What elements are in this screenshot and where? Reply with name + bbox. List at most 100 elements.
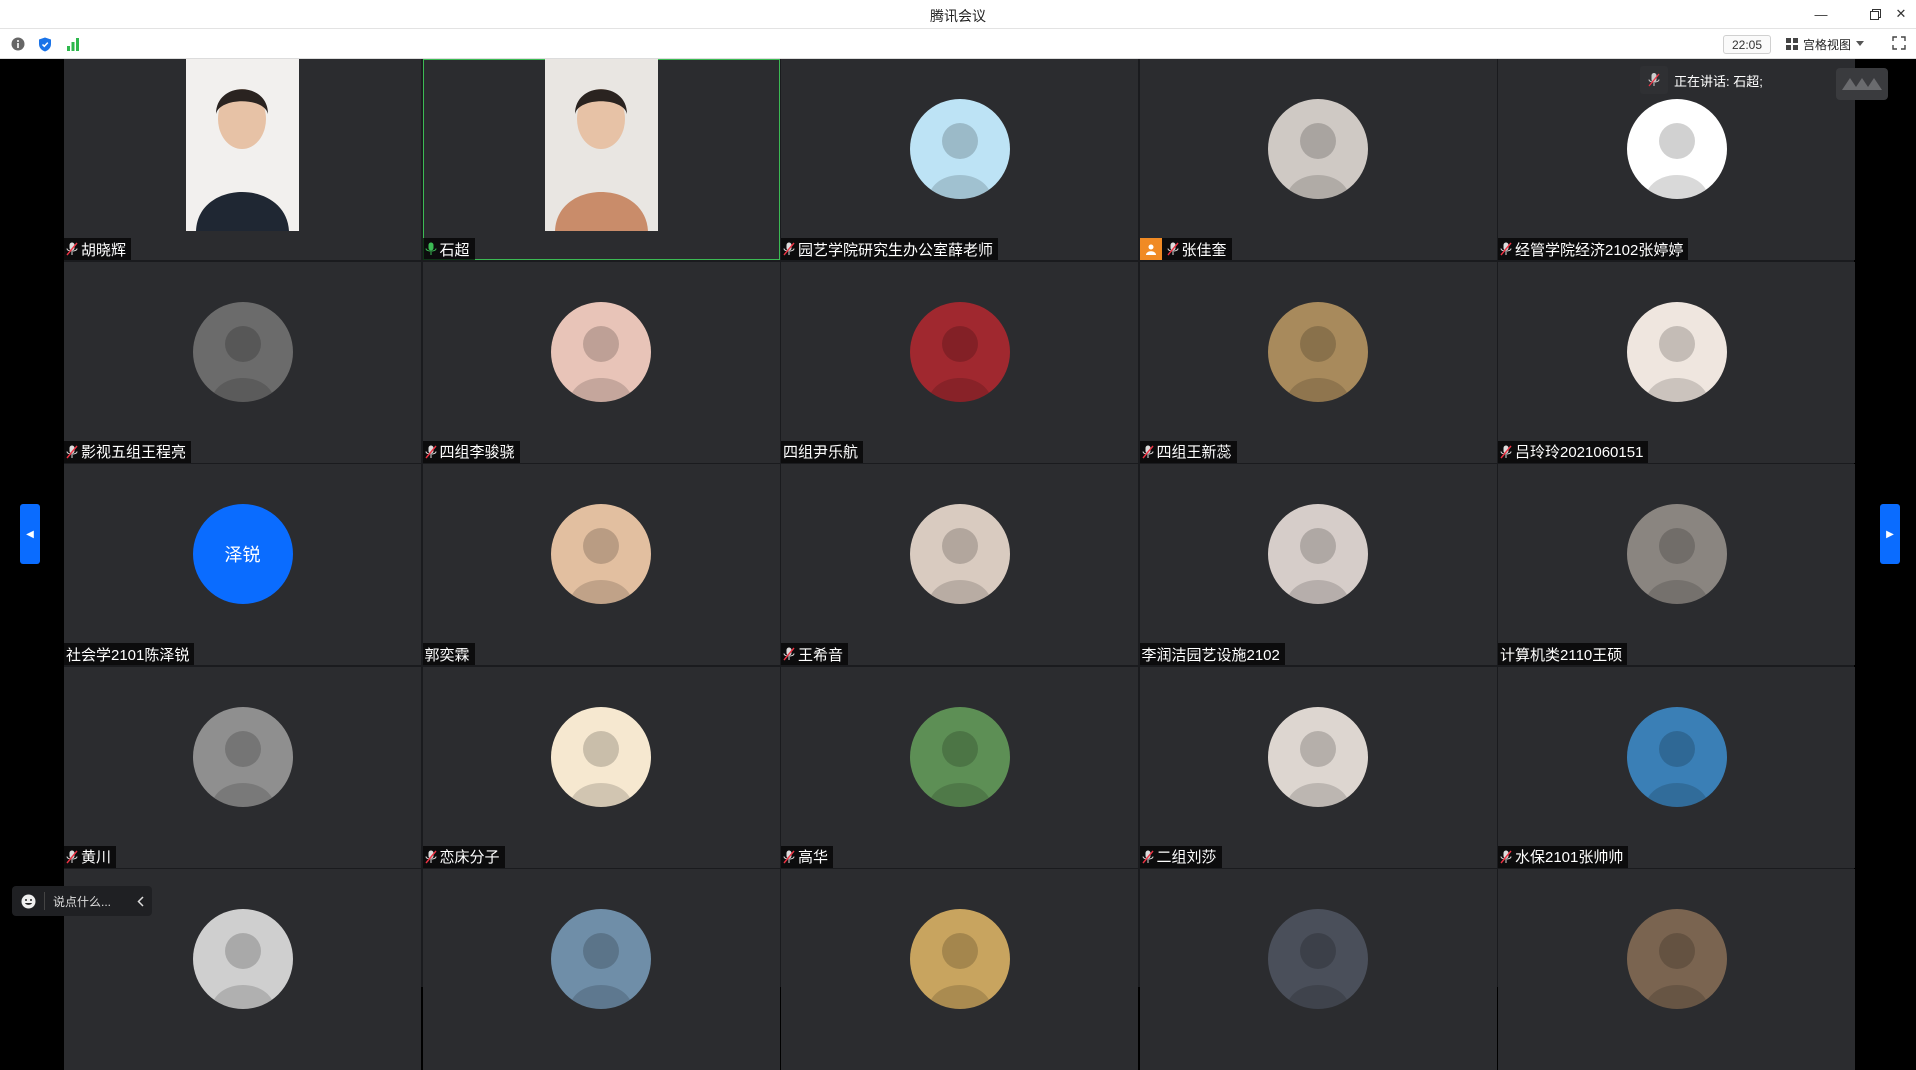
participant-name: 郭奕霖 xyxy=(424,646,470,664)
participant-name-tag: 石超 xyxy=(422,238,475,260)
participant-tile[interactable]: 郭奕霖 xyxy=(422,464,780,665)
participant-name-tag: 四组尹乐航 xyxy=(781,440,864,463)
participant-name: 高华 xyxy=(798,849,829,866)
blossom-avatar xyxy=(551,301,651,402)
chat-input[interactable]: 说点什么... xyxy=(44,892,128,910)
participant-tile[interactable]: 泽锐社会学2101陈泽锐 xyxy=(64,464,421,665)
participant-name-tag: 吕玲玲2021060151 xyxy=(1498,440,1649,463)
mic-muted-icon xyxy=(66,445,78,459)
anime-avatar xyxy=(551,504,651,604)
restore-button[interactable] xyxy=(1862,3,1888,25)
hamster-avatar xyxy=(551,706,651,807)
participant-name-tag: 恋床分子 xyxy=(422,845,505,868)
quote-avatar xyxy=(909,301,1010,402)
participant-tile[interactable]: 黄川 xyxy=(64,666,421,868)
meeting-time: 22:05 xyxy=(1723,35,1771,54)
shield-icon[interactable] xyxy=(37,36,53,52)
mic-muted-icon xyxy=(1500,850,1512,864)
participant-name-tag: 影视五组王程亮 xyxy=(64,440,192,463)
participant-name: 石超 xyxy=(439,241,470,259)
participant-tile[interactable]: 水保2101张帅帅 xyxy=(1498,666,1855,868)
participant-name: 二组刘莎 xyxy=(1156,849,1217,866)
chevron-down-icon xyxy=(1856,41,1865,46)
participant-tile[interactable]: 高华 xyxy=(781,666,1138,868)
anime-avatar xyxy=(909,909,1010,1009)
photo-avatar xyxy=(1268,504,1368,604)
participant-name: 四组尹乐航 xyxy=(783,444,859,461)
potato-avatar xyxy=(1626,99,1727,199)
mic-muted-icon xyxy=(1500,242,1512,256)
participant-tile[interactable] xyxy=(781,869,1138,1070)
participant-name: 经管学院经济2102张婷婷 xyxy=(1515,241,1684,259)
participant-name: 黄川 xyxy=(81,849,112,866)
view-label: 宫格视图 xyxy=(1803,37,1852,52)
participant-grid: 胡晓辉 石超 园艺学院研究生办公室薛老师 张佳奎 经管学院经济2102张婷婷影视五组王程… xyxy=(64,59,1855,1070)
participant-name-tag: 胡晓辉 xyxy=(64,238,132,260)
video-feed xyxy=(186,59,299,231)
cartoon-cat-avatar xyxy=(1626,706,1727,807)
close-button[interactable]: ✕ xyxy=(1888,3,1914,25)
minimize-button[interactable]: — xyxy=(1808,3,1834,25)
chevron-left-icon[interactable] xyxy=(128,895,152,907)
participant-name-tag: 高华 xyxy=(781,845,834,868)
participant-tile[interactable]: 四组李骏骁 xyxy=(422,261,780,463)
cat-avatar xyxy=(192,706,293,807)
participant-name-tag: 经管学院经济2102张婷婷 xyxy=(1498,238,1689,260)
mic-muted-icon xyxy=(424,445,437,459)
participant-name-tag: 四组王新蕊 xyxy=(1139,440,1237,463)
participant-name: 水保2101张帅帅 xyxy=(1515,849,1624,866)
mic-muted-icon xyxy=(1141,850,1154,864)
mic-muted-icon xyxy=(66,850,78,864)
participant-tile[interactable] xyxy=(1139,869,1497,1070)
wolf-avatar xyxy=(192,301,293,402)
participant-tile[interactable]: 吕玲玲2021060151 xyxy=(1498,261,1855,463)
mic-icon xyxy=(1640,66,1668,94)
participant-tile[interactable]: 李润洁园艺设施2102 xyxy=(1139,464,1497,665)
campus-avatar xyxy=(909,706,1010,807)
participant-name: 李润洁园艺设施2102 xyxy=(1141,646,1280,664)
participant-tile[interactable] xyxy=(422,869,780,1070)
info-icon[interactable] xyxy=(10,36,26,52)
avatar-initials: 泽锐 xyxy=(192,504,293,604)
participant-tile[interactable]: 石超 xyxy=(422,59,780,260)
cartoon-avatar xyxy=(1268,909,1368,1009)
participant-tile[interactable]: 二组刘莎 xyxy=(1139,666,1497,868)
participant-tile[interactable]: 王希音 xyxy=(781,464,1138,665)
emoji-icon[interactable] xyxy=(12,894,44,909)
participant-name-tag: 王希音 xyxy=(781,643,849,665)
participant-name-tag: 李润洁园艺设施2102 xyxy=(1139,643,1285,665)
photo-avatar xyxy=(1268,301,1368,402)
grid-view-button[interactable]: 宫格视图 xyxy=(1786,34,1865,54)
participant-name-tag: 黄川 xyxy=(64,845,117,868)
signal-icon[interactable] xyxy=(65,36,81,52)
fullscreen-icon[interactable] xyxy=(1892,36,1908,52)
grid-icon xyxy=(1786,38,1798,50)
participant-tile[interactable]: 四组王新蕊 xyxy=(1139,261,1497,463)
next-page-arrow[interactable]: ▶ xyxy=(1880,504,1900,564)
prev-page-arrow[interactable]: ◀ xyxy=(20,504,40,564)
participant-tile[interactable]: 四组尹乐航 xyxy=(781,261,1138,463)
mic-muted-icon xyxy=(1500,445,1512,459)
mic-muted-icon xyxy=(1141,445,1154,459)
participant-name-tag: 郭奕霖 xyxy=(422,643,475,665)
participant-tile[interactable]: 恋床分子 xyxy=(422,666,780,868)
participant-tile[interactable]: 胡晓辉 xyxy=(64,59,421,260)
participant-tile[interactable] xyxy=(1498,869,1855,1070)
mic-muted-icon xyxy=(783,242,795,256)
video-feed xyxy=(544,59,658,231)
participant-name-tag: 张佳奎 xyxy=(1139,238,1232,260)
participant-name-tag: 水保2101张帅帅 xyxy=(1498,845,1629,868)
participant-tile[interactable]: 园艺学院研究生办公室薛老师 xyxy=(781,59,1138,260)
participant-name: 四组王新蕊 xyxy=(1156,444,1232,461)
participant-name: 社会学2101陈泽锐 xyxy=(66,646,190,664)
participant-name: 王希音 xyxy=(798,646,844,664)
participant-tile[interactable]: 影视五组王程亮 xyxy=(64,261,421,463)
participant-name: 园艺学院研究生办公室薛老师 xyxy=(798,241,994,259)
mic-muted-icon xyxy=(783,850,795,864)
participant-name: 四组李骏骁 xyxy=(439,444,515,461)
anime-avatar xyxy=(1626,504,1727,604)
sketch-avatar xyxy=(192,909,293,1009)
user-badge-icon xyxy=(1139,238,1162,260)
participant-tile[interactable]: 张佳奎 xyxy=(1139,59,1497,260)
participant-tile[interactable]: 计算机类2110王硕 xyxy=(1498,464,1855,665)
